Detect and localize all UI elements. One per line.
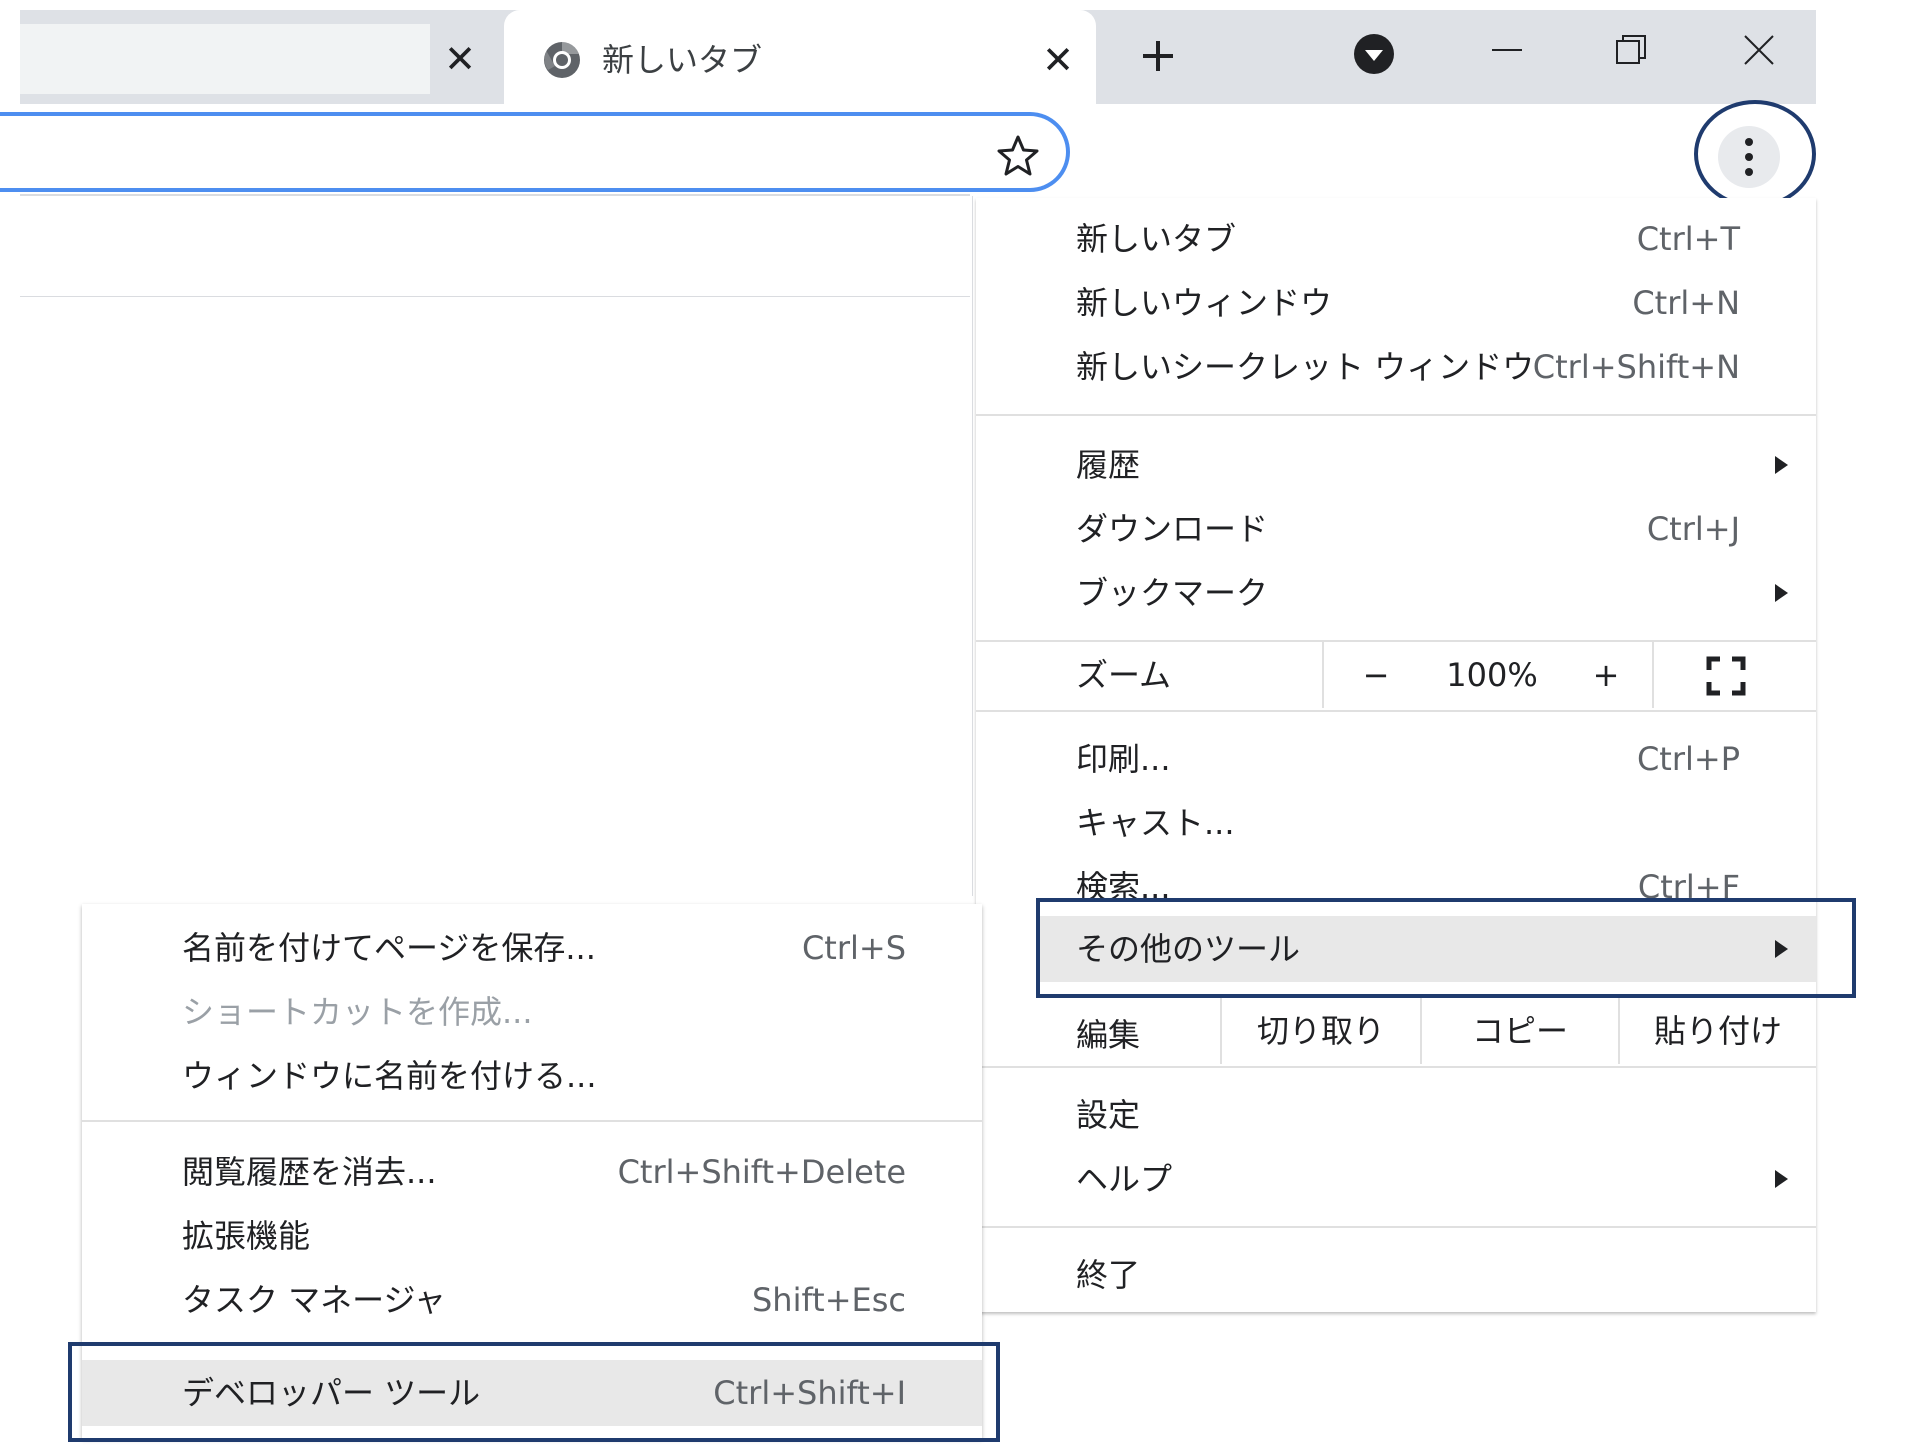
menu-item-new-window[interactable]: 新しいウィンドウ Ctrl+N [976, 272, 1816, 334]
content-divider [20, 296, 970, 297]
submenu-item-save-page[interactable]: 名前を付けてページを保存... Ctrl+S [82, 916, 982, 980]
minimize-button[interactable] [1472, 22, 1542, 78]
zoom-level: 100% [1446, 656, 1538, 694]
menu-item-new-tab[interactable]: 新しいタブ Ctrl+T [976, 208, 1816, 270]
triangle-right-icon [1766, 562, 1796, 624]
submenu-item-clear-data[interactable]: 閲覧履歴を消去... Ctrl+Shift+Delete [82, 1140, 982, 1204]
triangle-right-icon [1766, 1148, 1796, 1210]
zoom-out-button[interactable]: − [1346, 642, 1406, 708]
submenu-item-task-manager[interactable]: タスク マネージャ Shift+Esc [82, 1268, 982, 1332]
submenu-separator [82, 1120, 982, 1122]
restore-icon [1616, 35, 1646, 64]
menu-item-settings[interactable]: 設定 [976, 1084, 1816, 1146]
menu-item-find[interactable]: 検索... Ctrl+F [976, 856, 1816, 900]
menu-separator [976, 1066, 1816, 1068]
menu-item-print[interactable]: 印刷... Ctrl+P [976, 728, 1816, 790]
menu-item-bookmarks[interactable]: ブックマーク [976, 562, 1816, 624]
previous-tab[interactable] [20, 24, 430, 94]
tab-close-icon[interactable]: ✕ [1036, 34, 1080, 86]
menu-item-help[interactable]: ヘルプ [976, 1148, 1816, 1210]
restore-button[interactable] [1596, 22, 1666, 78]
active-tab[interactable]: 新しいタブ ✕ [504, 10, 1096, 108]
plus-icon [1143, 41, 1173, 71]
submenu-item-create-shortcut: ショートカットを作成... [182, 993, 533, 1031]
new-tab-button[interactable] [1130, 28, 1186, 84]
chrome-logo-icon [544, 41, 580, 78]
menu-separator [976, 710, 1816, 712]
menu-item-exit[interactable]: 終了 [976, 1244, 1816, 1306]
menu-item-incognito[interactable]: 新しいシークレット ウィンドウ Ctrl+Shift+N [976, 336, 1816, 398]
close-window-button[interactable] [1724, 22, 1794, 78]
paste-button[interactable]: 貼り付け [1620, 998, 1816, 1064]
address-bar[interactable] [0, 112, 1070, 192]
minimize-icon [1492, 49, 1522, 51]
menu-edit-row: 編集 切り取り コピー 貼り付け [976, 998, 1816, 1064]
chrome-main-menu: 新しいタブ Ctrl+T 新しいウィンドウ Ctrl+N 新しいシークレット ウ… [976, 198, 1816, 1312]
menu-item-history[interactable]: 履歴 [976, 434, 1816, 496]
zoom-in-button[interactable]: + [1576, 642, 1636, 708]
cut-button[interactable]: 切り取り [1222, 998, 1420, 1064]
submenu-item-extensions[interactable]: 拡張機能 [82, 1204, 982, 1268]
dev-tools-highlight [68, 1342, 1000, 1442]
submenu-item-name-window[interactable]: ウィンドウに名前を付ける... [82, 1044, 982, 1108]
menu-separator [976, 414, 1816, 416]
fullscreen-icon[interactable] [1706, 656, 1746, 696]
star-outline-icon[interactable] [996, 134, 1040, 178]
more-tools-highlight [1036, 898, 1856, 998]
chevron-down-circle-icon[interactable] [1352, 32, 1396, 76]
content-vertical-divider [972, 196, 973, 896]
triangle-right-icon [1766, 434, 1796, 496]
menu-separator [976, 1226, 1816, 1228]
copy-button[interactable]: コピー [1422, 998, 1618, 1064]
menu-item-downloads[interactable]: ダウンロード Ctrl+J [976, 498, 1816, 560]
close-icon [1744, 35, 1774, 65]
menu-zoom-row: ズーム − 100% + [976, 642, 1816, 708]
menu-item-cast[interactable]: キャスト... [976, 792, 1816, 854]
menu-button-highlight [1694, 100, 1816, 208]
previous-tab-close-icon[interactable]: ✕ [440, 24, 480, 94]
toolbar-divider [20, 194, 970, 196]
tab-title: 新しいタブ [602, 41, 763, 79]
